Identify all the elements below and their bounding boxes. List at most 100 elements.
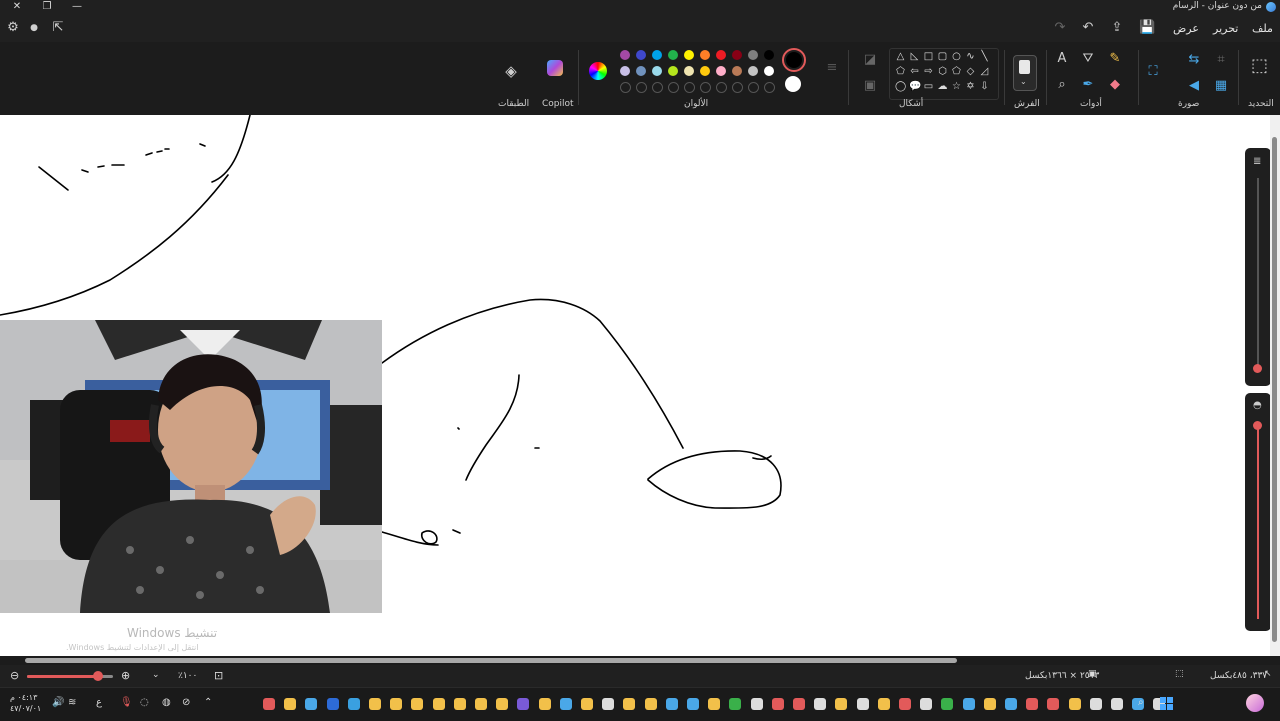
color-swatch[interactable] (732, 66, 742, 76)
zoom-in-icon[interactable]: ⊕ (121, 669, 130, 682)
right-arrow-shape-icon[interactable]: ⇨ (923, 66, 934, 77)
color-picker-icon[interactable]: ✒ (1080, 77, 1096, 93)
wifi-icon[interactable]: ≋ (68, 697, 76, 708)
zoom-dropdown-chevron-icon[interactable]: ⌄ (152, 670, 160, 680)
horizontal-scroll-thumb[interactable] (25, 658, 957, 663)
taskbar-app-icon[interactable] (877, 698, 890, 710)
taskbar-app-icon[interactable] (369, 698, 381, 710)
fill-bucket-icon[interactable]: ⛛ (1080, 51, 1096, 67)
copilot-icon[interactable] (547, 60, 563, 76)
down-arrow-shape-icon[interactable]: ⇩ (979, 81, 990, 92)
taskbar-app-icon[interactable] (644, 698, 657, 710)
color-swatch[interactable] (700, 66, 710, 76)
taskbar-app-icon[interactable] (920, 698, 933, 710)
export-icon[interactable]: ⇪ (1109, 20, 1125, 36)
taskbar-app-icon[interactable] (496, 698, 509, 710)
redo-icon[interactable]: ↷ (1052, 20, 1068, 36)
opacity-track[interactable] (1257, 423, 1259, 619)
color-swatch[interactable] (636, 50, 646, 60)
left-arrow-shape-icon[interactable]: ⇦ (909, 66, 920, 77)
taskbar-app-icon[interactable] (708, 698, 721, 710)
taskbar-app-icon[interactable] (263, 698, 275, 710)
color-swatch[interactable] (764, 50, 774, 60)
color-swatch[interactable] (652, 50, 662, 60)
custom-color-slot[interactable] (764, 82, 775, 93)
taskbar-app-icon[interactable] (1026, 698, 1039, 710)
taskbar-app-icon[interactable] (665, 698, 678, 710)
custom-color-slot[interactable] (700, 82, 711, 93)
start-button[interactable] (1160, 697, 1173, 710)
zoom-level[interactable]: ١٠٠٪ (178, 671, 197, 681)
eraser-icon[interactable]: ◆ (1107, 77, 1123, 93)
primary-color-slot[interactable] (782, 48, 806, 72)
rectangle-shape-icon[interactable]: □ (923, 51, 934, 62)
taskbar-app-icon[interactable] (1068, 698, 1081, 710)
custom-color-slot[interactable] (748, 82, 759, 93)
color-swatch[interactable] (652, 66, 662, 76)
taskbar-app-icon[interactable] (453, 698, 466, 710)
close-button[interactable]: ✕ (2, 0, 32, 14)
taskbar-app-icon[interactable] (687, 698, 699, 710)
brush-size-handle[interactable] (1253, 364, 1262, 373)
opacity-handle[interactable] (1253, 421, 1262, 430)
right-triangle-shape-icon[interactable]: ◺ (909, 51, 920, 62)
taskbar-app-icon[interactable] (983, 698, 996, 710)
save-icon[interactable]: 💾 (1139, 20, 1155, 36)
custom-color-slot[interactable] (684, 82, 695, 93)
taskbar-app-icon[interactable] (326, 698, 339, 710)
layers-icon[interactable]: ◈ (503, 63, 519, 79)
taskbar-app-icon[interactable] (559, 698, 572, 710)
selection-rect-icon[interactable]: ⬚ (1251, 57, 1268, 75)
zoom-slider-handle[interactable] (93, 671, 103, 681)
text-tool-icon[interactable]: A (1054, 51, 1070, 67)
fit-to-window-icon[interactable]: ⊡ (214, 669, 223, 682)
zoom-slider[interactable] (27, 671, 113, 681)
taskbar-app-icon[interactable] (1089, 698, 1102, 710)
zoom-out-icon[interactable]: ⊖ (10, 669, 19, 682)
share-icon[interactable]: ⇱ (50, 20, 66, 36)
color-swatch[interactable] (684, 66, 694, 76)
taskbar-app-icon[interactable] (305, 698, 318, 710)
vertical-scroll-thumb[interactable] (1272, 137, 1277, 642)
custom-color-slot[interactable] (668, 82, 679, 93)
menu-view[interactable]: عرض (1173, 22, 1199, 35)
shape-fill-icon[interactable]: ▣ (862, 78, 878, 94)
line-shape-icon[interactable]: ╲ (979, 51, 990, 62)
size-icon[interactable]: ≡ (824, 60, 840, 76)
taskbar-clock[interactable]: ٠٤:١٣ م ٤٧/٠٧/٠١ (10, 692, 41, 714)
color-swatch[interactable] (748, 50, 758, 60)
brushes-button[interactable]: ⌄ (1013, 55, 1037, 91)
language-indicator[interactable]: ع (96, 697, 102, 708)
secondary-color-swatch[interactable] (785, 76, 801, 92)
taskbar-app-icon[interactable] (1047, 698, 1060, 710)
color-swatch[interactable] (620, 50, 630, 60)
ellipse-shape-icon[interactable]: ○ (951, 51, 962, 62)
lasso-shape-icon[interactable]: ◯ (895, 81, 906, 92)
vertical-scrollbar[interactable] (1270, 115, 1280, 656)
triangle-shape-icon[interactable]: △ (895, 51, 906, 62)
crop-icon[interactable]: ⌗ (1213, 52, 1229, 68)
color-swatch[interactable] (764, 66, 774, 76)
taskbar-app-icon[interactable] (390, 698, 403, 710)
taskbar-app-icon[interactable] (475, 698, 487, 710)
color-swatch[interactable] (668, 50, 678, 60)
taskbar-app-icon[interactable] (856, 698, 869, 710)
rounded-rect-shape-icon[interactable]: ▢ (937, 51, 948, 62)
tray-app-icon-1[interactable]: ◌ (140, 697, 149, 708)
color-swatch[interactable] (620, 66, 630, 76)
menu-file[interactable]: ملف (1252, 22, 1273, 35)
account-icon[interactable]: ● (26, 20, 42, 36)
polygon-shape-icon[interactable]: ◿ (979, 66, 990, 77)
microphone-icon[interactable]: 🎙 (120, 697, 133, 708)
taskbar-app-icon[interactable] (432, 698, 445, 710)
horizontal-scrollbar[interactable] (0, 656, 1280, 665)
hexagon-arrow-shape-icon[interactable]: ⬠ (895, 66, 906, 77)
star-shape-icon[interactable]: ☆ (951, 81, 962, 92)
taskbar-app-icon[interactable] (411, 698, 424, 710)
star6-shape-icon[interactable]: ✡ (965, 81, 976, 92)
custom-color-slot[interactable] (732, 82, 743, 93)
magnifier-icon[interactable]: ⌕ (1054, 77, 1070, 93)
settings-icon[interactable]: ⚙ (5, 20, 21, 36)
cloud-shape-icon[interactable]: ☁ (937, 81, 948, 92)
taskbar-app-icon[interactable] (538, 698, 551, 710)
